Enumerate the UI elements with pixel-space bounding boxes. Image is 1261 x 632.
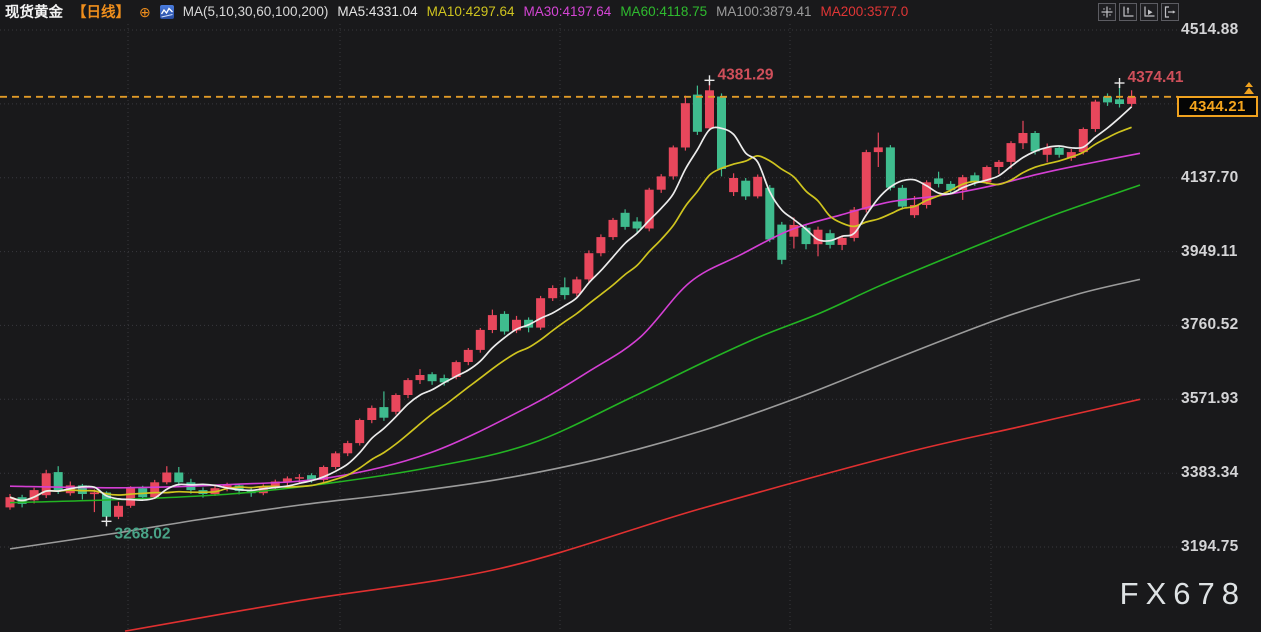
candle <box>355 420 364 443</box>
candle <box>657 176 666 189</box>
candle <box>500 314 509 332</box>
candle <box>379 407 388 418</box>
double-up-arrow-icon[interactable] <box>1241 82 1257 100</box>
price-annotation: 3268.02 <box>114 525 170 542</box>
candle <box>717 97 726 170</box>
candle <box>777 225 786 260</box>
candle <box>343 443 352 453</box>
candle <box>898 188 907 207</box>
candle <box>838 238 847 245</box>
candle <box>536 298 545 327</box>
candles <box>6 82 1137 519</box>
ma100-value: MA100:3879.41 <box>716 4 811 19</box>
candle <box>765 188 774 240</box>
ma200-value: MA200:3577.0 <box>820 4 908 19</box>
candle <box>126 488 135 506</box>
y-axis-label: 3383.34 <box>1181 464 1238 482</box>
candle <box>416 375 425 380</box>
candle <box>488 315 497 330</box>
chart-header: 现货黄金 【日线】 ⊕ MA(5,10,30,60,100,200) MA5:4… <box>0 0 908 23</box>
candle <box>584 253 593 279</box>
price-annotation: 4374.41 <box>1128 69 1184 86</box>
y-axis-label: 3194.75 <box>1181 538 1238 556</box>
candle <box>162 473 171 483</box>
timeframe-label[interactable]: 【日线】 <box>72 1 130 22</box>
candle <box>90 493 99 495</box>
candlestick-chart[interactable]: 4381.29 4374.41 3268.02 <box>0 0 1261 632</box>
exit-scale-icon[interactable] <box>1161 3 1179 21</box>
ma60-value: MA60:4118.75 <box>620 4 707 19</box>
chart-toolbar <box>1098 3 1179 21</box>
gridlines <box>0 24 1178 632</box>
ma-line-ma200 <box>125 399 1140 631</box>
candle <box>404 380 413 395</box>
candle <box>1115 99 1124 104</box>
candle <box>693 95 702 132</box>
price-annotation: 4381.29 <box>717 66 773 83</box>
ma-lines <box>10 107 1140 631</box>
ma30-value: MA30:4197.64 <box>523 4 611 19</box>
candle <box>54 472 63 491</box>
ma5-value: MA5:4331.04 <box>337 4 417 19</box>
candle <box>476 330 485 350</box>
candle <box>114 506 123 517</box>
candle <box>729 178 738 192</box>
candle <box>572 279 581 293</box>
candle <box>295 477 304 479</box>
candle <box>1019 133 1028 143</box>
ma-line-ma10 <box>10 127 1132 500</box>
candle <box>669 147 678 176</box>
candle <box>621 213 630 227</box>
candle <box>886 147 895 187</box>
candle <box>596 237 605 253</box>
candle <box>753 177 762 197</box>
y-axis-label: 4514.88 <box>1181 21 1238 39</box>
candle <box>1007 143 1016 162</box>
candle <box>741 181 750 197</box>
expand-icon[interactable]: ⊕ <box>139 5 151 19</box>
ma-group-label: MA(5,10,30,60,100,200) <box>183 4 329 19</box>
fx678-watermark: FX678 <box>1120 576 1246 612</box>
candle <box>367 408 376 420</box>
candle <box>681 103 690 147</box>
candle <box>1031 133 1040 151</box>
scale-x-axis-icon[interactable] <box>1140 3 1158 21</box>
y-axis-label: 3760.52 <box>1181 316 1238 334</box>
candle <box>1055 148 1064 155</box>
ma-line-ma60 <box>10 185 1140 503</box>
candle <box>391 395 400 412</box>
y-axis-label: 4137.70 <box>1181 169 1238 187</box>
candle <box>428 374 437 381</box>
ma-line-ma100 <box>10 279 1140 548</box>
candle <box>1127 97 1136 104</box>
ma10-value: MA10:4297.64 <box>427 4 515 19</box>
candle <box>150 482 159 497</box>
candle <box>174 473 183 483</box>
candle <box>994 162 1003 167</box>
current-price-value: 4344.21 <box>1189 98 1245 115</box>
candle <box>331 453 340 467</box>
candle <box>609 220 618 237</box>
candle <box>862 152 871 210</box>
candle <box>560 287 569 295</box>
y-axis-label: 3949.11 <box>1181 243 1238 261</box>
candle <box>934 178 943 184</box>
candle <box>633 222 642 229</box>
crosshair-icon[interactable] <box>1098 3 1116 21</box>
symbol-name: 现货黄金 <box>5 1 63 22</box>
scale-y-axis-icon[interactable] <box>1119 3 1137 21</box>
line-chart-icon[interactable] <box>160 5 174 19</box>
candle <box>464 350 473 362</box>
candle <box>548 288 557 298</box>
y-axis-label: 3571.93 <box>1181 390 1238 408</box>
ma-line-ma5 <box>10 107 1132 501</box>
candle <box>1091 102 1100 129</box>
candle <box>874 147 883 152</box>
